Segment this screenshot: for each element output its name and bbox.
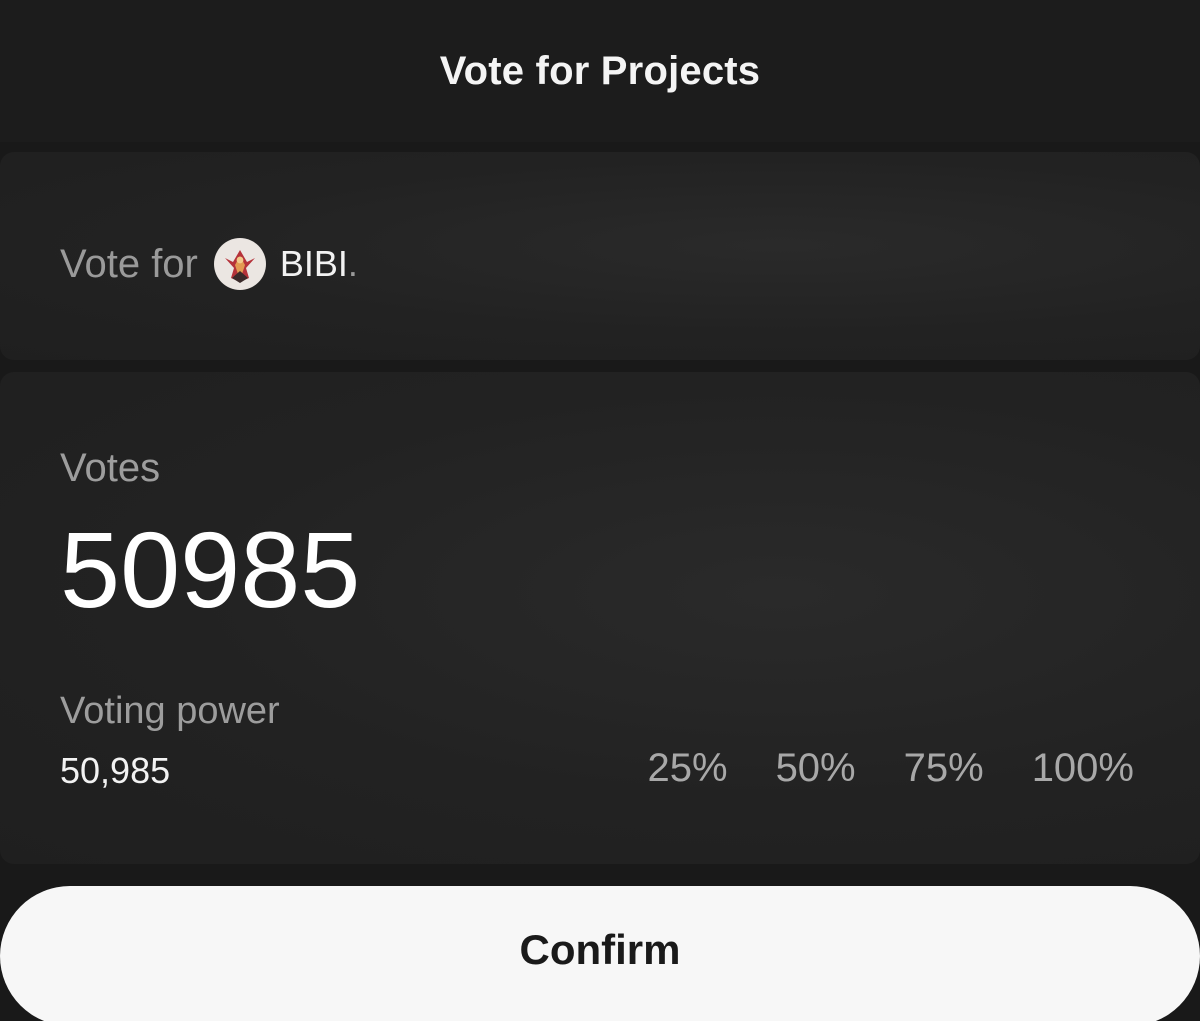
page-title: Vote for Projects: [439, 48, 761, 93]
percent-options: 25% 50% 75% 100%: [600, 746, 1135, 791]
percent-25-button[interactable]: 25%: [648, 746, 728, 791]
project-name-period: .: [347, 243, 358, 284]
voting-power-value: 50,985: [60, 750, 171, 791]
header: Vote for Projects: [0, 0, 1200, 142]
confirm-button-label: Confirm: [519, 926, 681, 973]
vote-for-label: Vote for: [60, 241, 198, 286]
percent-100-button[interactable]: 100%: [1032, 746, 1134, 791]
project-name: BIBI: [279, 243, 348, 284]
vote-for-row: Vote for BIBI .: [60, 236, 358, 292]
percent-75-button[interactable]: 75%: [904, 746, 984, 791]
votes-label: Votes: [60, 446, 161, 490]
bibi-logo-icon: [213, 238, 266, 290]
voting-power-label: Voting power: [60, 690, 280, 732]
confirm-button[interactable]: Confirm: [0, 886, 1200, 1021]
percent-50-button[interactable]: 50%: [776, 746, 856, 791]
votes-amount-input[interactable]: 50985: [60, 516, 360, 624]
vote-screen: Vote for Projects Vote for BIBI . Votes …: [0, 0, 1200, 1021]
